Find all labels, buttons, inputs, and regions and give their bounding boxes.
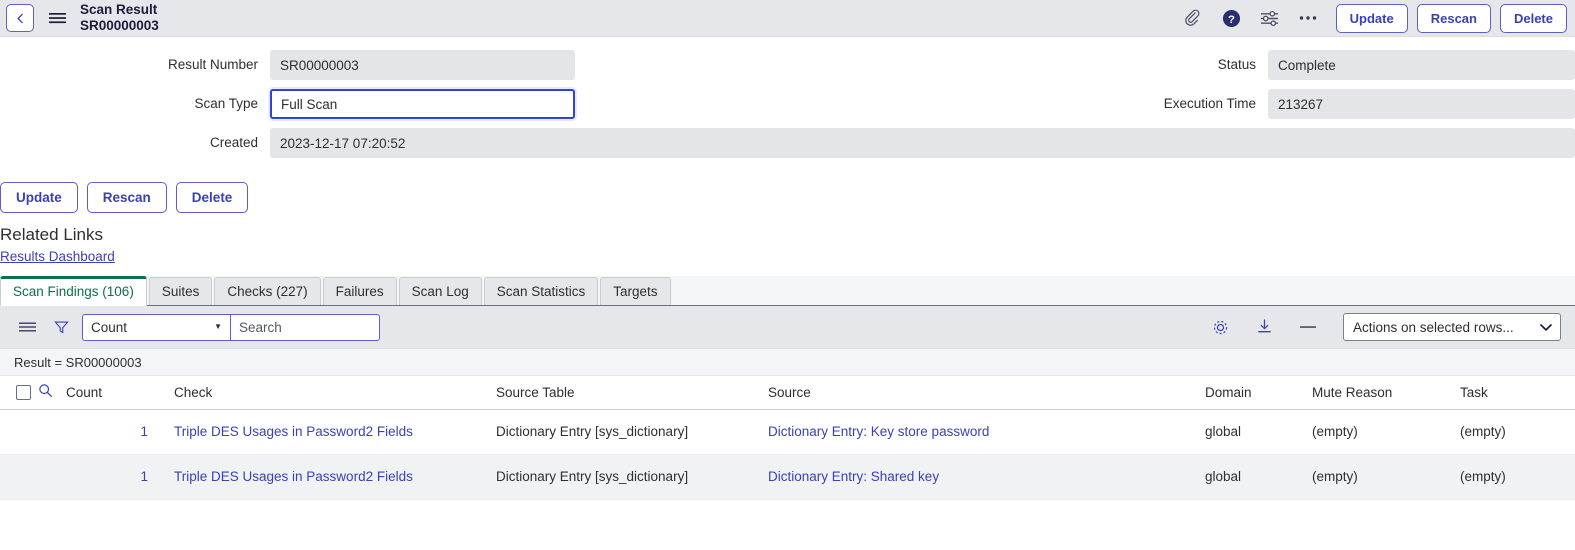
table-header-row: Count Check Source Table Source Domain M… (0, 376, 1575, 410)
gear-icon[interactable] (1207, 314, 1233, 340)
row-source-table-cell: Dictionary Entry [sys_dictionary] (496, 409, 768, 455)
magnifier-icon[interactable] (38, 384, 53, 401)
page-title: Scan Result SR00000003 (80, 2, 1184, 34)
more-options-icon[interactable] (1298, 8, 1318, 28)
status-field[interactable] (1268, 50, 1575, 80)
form-gutter (575, 50, 998, 80)
column-task[interactable]: Task (1460, 376, 1575, 410)
row-source-cell: Dictionary Entry: Shared key (768, 454, 1205, 500)
scan-findings-table: Count Check Source Table Source Domain M… (0, 376, 1575, 500)
row-check-link[interactable]: Triple DES Usages in Password2 Fields (174, 424, 413, 439)
filter-funnel-icon[interactable] (48, 314, 74, 340)
list-toolbar: Count ▼ Actions on selected rows.. (0, 306, 1575, 350)
execution-time-field[interactable] (1268, 89, 1575, 119)
page-title-line1: Scan Result (80, 2, 158, 18)
search-column-header (38, 376, 66, 410)
header-button-group: Update Rescan Delete (1335, 3, 1567, 33)
header-delete-button[interactable]: Delete (1499, 3, 1567, 33)
row-actions-wrapper: Actions on selected rows... (1343, 313, 1561, 342)
hamburger-menu-icon[interactable] (44, 4, 70, 32)
tab-scan-statistics[interactable]: Scan Statistics (483, 277, 599, 306)
row-domain-cell: global (1205, 409, 1312, 455)
back-button[interactable] (6, 4, 34, 32)
tab-targets[interactable]: Targets (600, 277, 671, 306)
result-number-label: Result Number (167, 57, 258, 72)
select-all-checkbox[interactable] (16, 384, 31, 400)
row-domain-cell: global (1205, 454, 1312, 500)
header-rescan-button[interactable]: Rescan (1416, 3, 1491, 33)
table-body: 1 Triple DES Usages in Password2 Fields … (0, 409, 1575, 500)
related-links-title: Related Links (0, 225, 104, 244)
row-count-cell: 1 (66, 409, 166, 455)
row-select-cell (0, 454, 38, 500)
table-header: Count Check Source Table Source Domain M… (0, 376, 1575, 410)
result-number-field[interactable] (270, 50, 575, 80)
column-domain[interactable]: Domain (1205, 376, 1312, 410)
row-mute-reason-cell: (empty) (1312, 409, 1460, 455)
column-source[interactable]: Source (768, 376, 1205, 410)
row-check-cell: Triple DES Usages in Password2 Fields (166, 409, 496, 455)
row-preview-cell (38, 409, 66, 455)
tab-scan-findings[interactable]: Scan Findings (106) (0, 276, 147, 307)
row-count-link[interactable]: 1 (140, 469, 148, 484)
status-label: Status (1217, 57, 1256, 72)
search-input[interactable] (230, 313, 380, 341)
execution-time-label: Execution Time (1163, 96, 1256, 111)
header-icon-group: ? (1184, 8, 1318, 28)
column-count[interactable]: Count (66, 376, 166, 410)
filter-breadcrumb[interactable]: Result = SR00000003 (0, 349, 1575, 377)
svg-text:?: ? (1228, 13, 1235, 25)
tab-suites[interactable]: Suites (148, 277, 213, 306)
personalize-icon[interactable] (1260, 8, 1280, 28)
row-source-table-cell: Dictionary Entry [sys_dictionary] (496, 454, 768, 500)
row-source-link[interactable]: Dictionary Entry: Shared key (768, 469, 939, 484)
page-title-line2: SR00000003 (80, 18, 159, 33)
column-mute-reason[interactable]: Mute Reason (1312, 376, 1460, 410)
created-field[interactable] (270, 128, 1575, 158)
delete-button[interactable]: Delete (175, 182, 249, 213)
row-count-cell: 1 (66, 454, 166, 500)
row-check-link[interactable]: Triple DES Usages in Password2 Fields (174, 469, 413, 484)
list-menu-icon[interactable] (14, 314, 40, 340)
scan-type-field[interactable] (270, 89, 575, 119)
table-row[interactable]: 1 Triple DES Usages in Password2 Fields … (0, 409, 1575, 455)
list-field-select-wrapper: Count ▼ (82, 313, 230, 341)
column-source-table[interactable]: Source Table (496, 376, 768, 410)
row-source-link[interactable]: Dictionary Entry: Key store password (768, 424, 989, 439)
header-update-button[interactable]: Update (1335, 3, 1408, 33)
export-download-icon[interactable] (1251, 314, 1277, 340)
related-lists-tabs: Scan Findings (106) Suites Checks (227) … (0, 276, 1575, 307)
table-row[interactable]: 1 Triple DES Usages in Password2 Fields … (0, 454, 1575, 500)
row-select-cell (0, 409, 38, 455)
scan-type-label: Scan Type (194, 96, 258, 111)
row-count-link[interactable]: 1 (140, 424, 148, 439)
minus-collapse-icon[interactable] (1295, 314, 1321, 340)
related-links-section: Related Links Results Dashboard (0, 213, 1575, 265)
row-source-cell: Dictionary Entry: Key store password (768, 409, 1205, 455)
row-mute-reason-cell: (empty) (1312, 454, 1460, 500)
record-form: Result Number Status Scan Type Execution… (0, 37, 1575, 168)
row-check-cell: Triple DES Usages in Password2 Fields (166, 454, 496, 500)
app-header: Scan Result SR00000003 ? Update Rescan D… (0, 0, 1575, 37)
column-check[interactable]: Check (166, 376, 496, 410)
list-field-select[interactable]: Count (82, 313, 230, 341)
tab-failures[interactable]: Failures (322, 277, 397, 306)
chevron-left-icon (14, 12, 27, 25)
created-label: Created (209, 135, 258, 150)
rescan-button[interactable]: Rescan (86, 182, 167, 213)
attachment-icon[interactable] (1184, 8, 1204, 28)
update-button[interactable]: Update (0, 182, 78, 213)
row-task-cell: (empty) (1460, 409, 1575, 455)
form-gutter-2 (575, 89, 998, 119)
tab-scan-log[interactable]: Scan Log (398, 277, 482, 306)
tab-checks[interactable]: Checks (227) (214, 277, 321, 306)
results-dashboard-link[interactable]: Results Dashboard (0, 249, 115, 264)
row-actions-select[interactable]: Actions on selected rows... (1343, 313, 1561, 342)
help-icon[interactable]: ? (1222, 8, 1242, 28)
list-toolbar-right: Actions on selected rows... (1207, 313, 1561, 342)
row-task-cell: (empty) (1460, 454, 1575, 500)
row-preview-cell (38, 454, 66, 500)
select-all-header (0, 376, 38, 410)
form-action-bar: Update Rescan Delete (0, 168, 1575, 213)
